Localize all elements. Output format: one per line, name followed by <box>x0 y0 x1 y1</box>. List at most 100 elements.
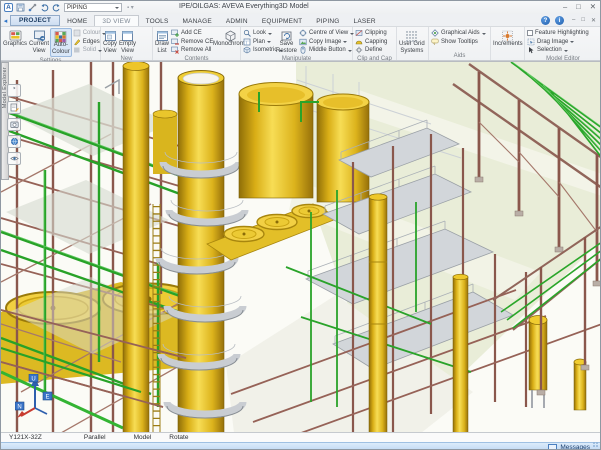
mouse-icon <box>299 46 307 54</box>
remove-ce-icon <box>171 38 179 46</box>
user-grid-systems-button[interactable]: User Grid Systems <box>398 28 426 55</box>
tooltip-icon <box>431 38 439 46</box>
refresh-view-icon[interactable] <box>7 84 21 97</box>
add-ce-icon <box>171 29 179 37</box>
snapshot-icon[interactable] <box>7 118 21 131</box>
isometric-button[interactable]: Isometric <box>242 46 275 55</box>
doc-close-button[interactable]: ✕ <box>591 17 596 24</box>
tab-laser[interactable]: LASER <box>347 16 383 26</box>
link-icon[interactable] <box>28 3 37 12</box>
discipline-combobox[interactable]: PIPING <box>64 3 122 12</box>
auto-colour-icon <box>54 30 67 42</box>
axis-orientation-indicator: U N E <box>15 374 55 423</box>
tab-manage[interactable]: MANAGE <box>175 16 218 26</box>
close-button[interactable]: ✕ <box>590 2 596 11</box>
info-icon[interactable]: i <box>555 16 564 25</box>
capping-button[interactable]: Capping <box>354 38 395 47</box>
middle-button-button[interactable]: Middle Button <box>298 46 350 55</box>
graphics-button[interactable]: Graphics <box>2 28 28 49</box>
save-restore-button[interactable]: Save Restore <box>275 28 298 55</box>
checkbox-icon <box>527 30 533 36</box>
look-icon <box>243 29 251 37</box>
message-bar: Messages <box>1 442 600 450</box>
current-view-button[interactable]: Current View <box>28 28 50 55</box>
resize-grip[interactable] <box>593 442 599 448</box>
tab-home[interactable]: HOME <box>60 16 94 26</box>
clipping-icon <box>355 29 363 37</box>
grid-dots-icon <box>405 29 418 41</box>
increments-button[interactable]: Increments <box>492 28 524 49</box>
chevron-down-icon <box>348 50 352 54</box>
redo-icon[interactable] <box>52 3 61 12</box>
minimize-button[interactable]: – <box>563 2 567 11</box>
copy-view-button[interactable]: Copy View <box>102 28 118 55</box>
define-gear-icon <box>355 46 363 54</box>
clipping-button[interactable]: Clipping <box>354 29 395 38</box>
doc-minimize-button[interactable]: – <box>572 17 575 24</box>
monochrome-cube-icon <box>224 29 237 41</box>
selection-cursor-icon <box>527 46 535 54</box>
ribbon-group-model-editor: Feature Highlighting Drag Image Selec <box>525 27 601 60</box>
capping-icon <box>355 38 363 46</box>
show-tooltips-button[interactable]: Show Tooltips <box>430 38 489 47</box>
drawlist-edit-icon[interactable] <box>7 101 21 114</box>
colour-icon <box>73 29 81 37</box>
isometric-icon <box>243 46 251 54</box>
messages-button[interactable]: Messages <box>560 444 590 450</box>
axis-north-label: N <box>17 404 21 410</box>
status-bar: Y121X-32Z Parallel Model Rotate <box>1 432 600 442</box>
ribbon-group-contents: Draw List Add CE Remove CE <box>153 27 241 60</box>
tab-piping[interactable]: PIPING <box>309 16 346 26</box>
ribbon-group-clip-cap: Clipping Capping Define <box>353 27 397 60</box>
empty-view-button[interactable]: Empty View <box>118 28 137 55</box>
3d-viewport[interactable]: Model Explorer <box>1 61 601 432</box>
graphical-aids-button[interactable]: Graphical Aids <box>430 29 489 38</box>
maximize-button[interactable]: □ <box>576 2 581 11</box>
tab-project[interactable]: PROJECT <box>10 15 60 26</box>
ribbon-tab-bar: ◂ PROJECT HOME 3D VIEW TOOLS MANAGE ADMI… <box>1 14 600 27</box>
draw-list-button[interactable]: Draw List <box>154 28 170 55</box>
draw-list-icon <box>156 29 169 41</box>
toolbar-overflow-icon[interactable]: ▪ ▾ <box>127 4 134 11</box>
aveva-e3d-window: A PIPING ▪ ▾ IPE/OILGAS: AVEVA Everythin… <box>0 0 601 450</box>
view-direction-readout: Y121X-32Z <box>9 434 42 441</box>
discipline-value: PIPING <box>67 5 87 11</box>
feature-highlighting-checkbox[interactable]: Feature Highlighting <box>526 29 600 38</box>
axis-east-label: E <box>45 394 49 400</box>
help-icon[interactable]: ? <box>541 16 550 25</box>
add-ce-button[interactable]: Add CE <box>170 29 212 38</box>
doc-restore-button[interactable]: □ <box>581 17 585 24</box>
solid-icon <box>73 46 81 54</box>
ribbon-group-settings: Graphics Current View Auto- Colour <box>1 27 101 60</box>
projection-mode[interactable]: Parallel <box>84 434 106 441</box>
drag-image-button[interactable]: Drag Image <box>526 38 600 47</box>
tab-equipment[interactable]: EQUIPMENT <box>255 16 309 26</box>
remove-all-button[interactable]: Remove All <box>170 46 212 55</box>
tab-back-arrow-icon[interactable]: ◂ <box>1 15 10 26</box>
interaction-mode[interactable]: Rotate <box>169 434 188 441</box>
editor-mode[interactable]: Model <box>134 434 152 441</box>
centre-of-view-button[interactable]: Centre of View <box>298 29 350 38</box>
document-window-controls: – □ ✕ <box>572 17 596 24</box>
define-button[interactable]: Define <box>354 46 395 55</box>
copy-image-button[interactable]: Copy Image <box>298 38 350 47</box>
tab-tools[interactable]: TOOLS <box>139 16 176 26</box>
ribbon-group-aids: Graphical Aids Show Tooltips Aids <box>429 27 491 60</box>
aveva-logo-icon[interactable]: A <box>4 3 13 12</box>
tab-admin[interactable]: ADMIN <box>219 16 255 26</box>
undo-icon[interactable] <box>40 3 49 12</box>
auto-colour-button[interactable]: Auto- Colour <box>50 28 72 57</box>
tab-3d-view[interactable]: 3D VIEW <box>94 15 138 26</box>
edges-icon <box>73 38 81 46</box>
chevron-down-icon <box>268 33 272 37</box>
selection-button[interactable]: Selection <box>526 46 600 55</box>
visibility-eye-icon[interactable] <box>7 152 21 165</box>
look-button[interactable]: Look <box>242 29 275 38</box>
save-icon[interactable] <box>16 3 25 12</box>
drag-image-icon <box>527 38 535 46</box>
remove-ce-button[interactable]: Remove CE <box>170 38 212 47</box>
navigate-globe-icon[interactable] <box>7 135 21 148</box>
chevron-down-icon <box>267 41 271 45</box>
chevron-down-icon <box>564 50 568 54</box>
plan-button[interactable]: Plan <box>242 38 275 47</box>
